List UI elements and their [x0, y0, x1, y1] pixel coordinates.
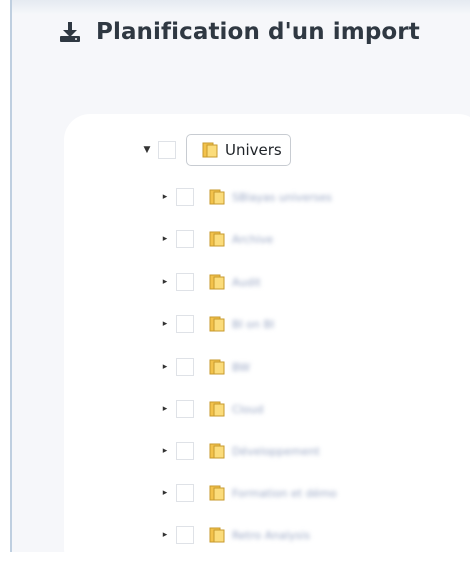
tree-child-node: ▸ Développement [160, 437, 320, 465]
folder-tree: ▼ Univers ▸ SBlayas universes ▸ Archive [0, 0, 470, 552]
caret-right-icon[interactable]: ▸ [160, 362, 170, 372]
tree-child-node: ▸ Retro Analysis [160, 521, 310, 549]
folder-icon [209, 231, 225, 247]
child-checkbox[interactable] [176, 230, 194, 248]
folder-icon [209, 189, 225, 205]
caret-right-icon[interactable]: ▸ [160, 404, 170, 414]
child-checkbox[interactable] [176, 400, 194, 418]
child-folder-label[interactable]: Audit [232, 276, 261, 289]
tree-root-node: ▼ Univers [142, 134, 291, 166]
child-folder-label[interactable]: Archive [232, 233, 273, 246]
child-folder-label[interactable]: Développement [232, 445, 320, 458]
caret-right-icon[interactable]: ▸ [160, 319, 170, 329]
child-folder-label[interactable]: BW [232, 361, 250, 374]
folder-icon [209, 527, 225, 543]
child-checkbox[interactable] [176, 273, 194, 291]
tree-child-node: ▸ Audit [160, 268, 261, 296]
child-checkbox[interactable] [176, 526, 194, 544]
caret-right-icon[interactable]: ▸ [160, 530, 170, 540]
root-checkbox[interactable] [158, 141, 176, 159]
tree-child-node: ▸ Archive [160, 225, 273, 253]
root-folder-label: Univers [225, 141, 282, 159]
caret-right-icon[interactable]: ▸ [160, 446, 170, 456]
folder-icon [209, 401, 225, 417]
caret-right-icon[interactable]: ▸ [160, 234, 170, 244]
child-checkbox[interactable] [176, 315, 194, 333]
caret-right-icon[interactable]: ▸ [160, 488, 170, 498]
folder-icon [209, 485, 225, 501]
caret-right-icon[interactable]: ▸ [160, 277, 170, 287]
child-folder-label[interactable]: SBlayas universes [232, 191, 332, 204]
tree-child-node: ▸ SBlayas universes [160, 183, 332, 211]
child-folder-label[interactable]: Formation et démo [232, 487, 337, 500]
caret-right-icon[interactable]: ▸ [160, 192, 170, 202]
child-folder-label[interactable]: Retro Analysis [232, 529, 310, 542]
tree-child-node: ▸ Formation et démo [160, 479, 337, 507]
child-checkbox[interactable] [176, 484, 194, 502]
folder-icon [209, 443, 225, 459]
window: Planification d'un import ▼ Univers ▸ SB… [0, 0, 470, 574]
tree-child-node: ▸ BI on BI [160, 310, 274, 338]
tree-child-node: ▸ BW [160, 353, 250, 381]
tree-child-node: ▸ Cloud [160, 395, 263, 423]
folder-icon [209, 359, 225, 375]
child-folder-label[interactable]: Cloud [232, 403, 263, 416]
folder-icon [209, 316, 225, 332]
child-checkbox[interactable] [176, 358, 194, 376]
folder-icon [202, 142, 218, 158]
caret-down-icon[interactable]: ▼ [142, 145, 152, 155]
child-checkbox[interactable] [176, 188, 194, 206]
folder-icon [209, 274, 225, 290]
child-folder-label[interactable]: BI on BI [232, 318, 274, 331]
root-folder-item[interactable]: Univers [186, 134, 291, 166]
child-checkbox[interactable] [176, 442, 194, 460]
